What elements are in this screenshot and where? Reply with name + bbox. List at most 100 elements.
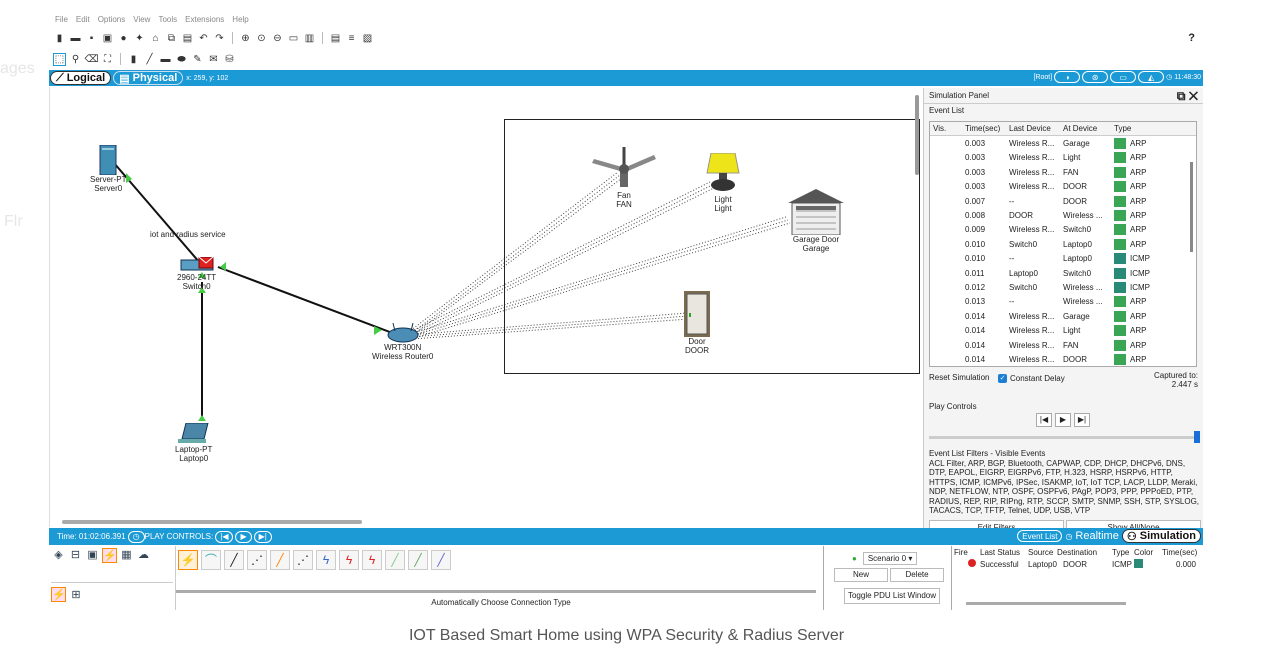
tab-physical[interactable]: ▤ Physical	[113, 71, 184, 85]
new-scenario-button[interactable]: New	[834, 568, 888, 582]
event-type-swatch[interactable]	[1114, 281, 1126, 293]
network-icon[interactable]: ⌂	[149, 32, 162, 45]
event-type-swatch[interactable]	[1114, 152, 1126, 164]
zoom-out-icon[interactable]: ⊖	[271, 32, 284, 45]
event-row[interactable]: 0.007 -- DOOR ARP	[930, 194, 1196, 208]
step-back-button[interactable]: |◀	[1036, 413, 1052, 427]
copy-icon[interactable]: ⧉	[165, 32, 178, 45]
multiuser-icon[interactable]: ☁	[136, 548, 151, 563]
notes-icon[interactable]: ▤	[329, 32, 342, 45]
undock-icon[interactable]: ⧉	[1177, 89, 1186, 103]
auto-cable-icon[interactable]: ⚡	[178, 550, 198, 570]
slider-knob[interactable]	[1194, 431, 1200, 443]
zoom-reset-icon[interactable]: ⊙	[255, 32, 268, 45]
menu-view[interactable]: View	[133, 15, 150, 27]
undo-icon[interactable]: ↶	[197, 32, 210, 45]
event-type-swatch[interactable]	[1114, 195, 1126, 207]
help-icon[interactable]: ?	[1188, 32, 1195, 44]
event-type-swatch[interactable]	[1114, 166, 1126, 178]
resize-icon[interactable]: ⛶	[101, 53, 114, 66]
ellipse-icon[interactable]: ⬬	[175, 53, 188, 66]
workspace-horizontal-scrollbar[interactable]	[62, 520, 362, 524]
coaxial-cable-icon[interactable]: ϟ	[316, 550, 336, 570]
garage-device[interactable]: Garage Door Garage	[788, 189, 844, 253]
close-icon[interactable]: ✕	[1189, 89, 1198, 103]
misc-icon[interactable]: ▦	[119, 548, 134, 563]
console-cable-icon[interactable]: ⌒	[201, 550, 221, 570]
bar-forward-button[interactable]: ▶|	[253, 530, 272, 543]
bar-back-button[interactable]: |◀	[215, 530, 234, 543]
connections-subtype-icon[interactable]: ⚡	[51, 587, 66, 602]
usb-cable-icon[interactable]: ╱	[431, 550, 451, 570]
event-row[interactable]: 0.003 Wireless R... Garage ARP	[930, 136, 1196, 150]
serial-dce-icon[interactable]: ϟ	[339, 550, 359, 570]
laptop-device[interactable]: Laptop-PT Laptop0	[175, 423, 212, 463]
event-row[interactable]: 0.012 Switch0 Wireless ... ICMP	[930, 280, 1196, 294]
bar-play-button[interactable]: ▶	[235, 530, 252, 543]
image-icon[interactable]: ▧	[361, 32, 374, 45]
redo-icon[interactable]: ↷	[213, 32, 226, 45]
new-file-icon[interactable]: ▮	[53, 32, 66, 45]
menu-edit[interactable]: Edit	[76, 15, 90, 27]
open-folder-icon[interactable]: ▬	[69, 32, 82, 45]
constant-delay-checkbox[interactable]: ✓	[998, 374, 1007, 383]
event-row[interactable]: 0.003 Wireless R... DOOR ARP	[930, 180, 1196, 194]
cable-panel-scrollbar[interactable]	[176, 590, 816, 593]
step-forward-button[interactable]: ▶|	[1074, 413, 1090, 427]
menu-options[interactable]: Options	[98, 15, 126, 27]
logical-workspace[interactable]: Server-PT Server0 iot and radius service…	[49, 87, 922, 527]
delete-icon[interactable]: ⌫	[84, 53, 98, 66]
reset-simulation-button[interactable]: Reset Simulation	[929, 371, 993, 386]
network-devices-icon[interactable]: ◈	[51, 548, 66, 563]
event-row[interactable]: 0.010 Switch0 Laptop0 ARP	[930, 237, 1196, 251]
set-background-icon[interactable]: ▭	[1110, 71, 1137, 83]
realtime-tab[interactable]: Realtime	[1075, 530, 1118, 542]
switch-device[interactable]: 2960-24TT Switch0	[177, 257, 216, 291]
event-type-swatch[interactable]	[1114, 339, 1126, 351]
toggle-pdu-list-button[interactable]: Toggle PDU List Window	[844, 588, 940, 604]
straight-through-cable-icon[interactable]: ╱	[224, 550, 244, 570]
paste-icon[interactable]: ▤	[181, 32, 194, 45]
add-simple-pdu-icon[interactable]: ✉	[207, 53, 220, 66]
server-device[interactable]: Server-PT Server0	[90, 145, 126, 193]
serial-dte-icon[interactable]: ϟ	[362, 550, 382, 570]
event-type-swatch[interactable]	[1114, 224, 1126, 236]
menu-help[interactable]: Help	[232, 15, 248, 27]
octal-cable-icon[interactable]: ╱	[385, 550, 405, 570]
viewport-icon[interactable]: ◭	[1138, 71, 1165, 83]
event-row[interactable]: 0.008 DOOR Wireless ... ARP	[930, 208, 1196, 222]
components-icon[interactable]: ▣	[85, 548, 100, 563]
custom-device-icon[interactable]: ▥	[303, 32, 316, 45]
move-object-icon[interactable]: ⊛	[1082, 71, 1109, 83]
event-row[interactable]: 0.014 Wireless R... DOOR ARP	[930, 352, 1196, 366]
fiber-cable-icon[interactable]: ╱	[270, 550, 290, 570]
select-icon[interactable]: ⬚	[53, 52, 66, 66]
print-icon[interactable]: ▣	[101, 32, 114, 45]
line-icon[interactable]: ╱	[143, 53, 156, 66]
realtime-icon[interactable]: ◷	[1065, 532, 1072, 541]
play-speed-slider[interactable]	[929, 431, 1200, 443]
menu-file[interactable]: File	[55, 15, 68, 27]
scenario-info-icon[interactable]: ●	[852, 554, 857, 563]
root-label[interactable]: [Root]	[1033, 74, 1052, 81]
fire-icon[interactable]	[954, 559, 980, 569]
zoom-in-icon[interactable]: ⊕	[239, 32, 252, 45]
menu-extensions[interactable]: Extensions	[185, 15, 224, 27]
connections-icon[interactable]: ⚡	[102, 548, 117, 563]
freeform-icon[interactable]: ✎	[191, 53, 204, 66]
event-row[interactable]: 0.014 Wireless R... Garage ARP	[930, 309, 1196, 323]
router-device[interactable]: WRT300N Wireless Router0	[372, 323, 433, 361]
report-icon[interactable]: ≡	[345, 32, 358, 45]
pdu-list-scrollbar[interactable]	[966, 602, 1126, 605]
delete-scenario-button[interactable]: Delete	[890, 568, 944, 582]
event-row[interactable]: 0.013 -- Wireless ... ARP	[930, 295, 1196, 309]
network-note[interactable]: iot and radius service	[150, 230, 226, 239]
grid-icon[interactable]: ⊞	[69, 588, 84, 603]
rectangle-icon[interactable]: ▬	[159, 53, 172, 66]
event-list-toggle[interactable]: Event List	[1017, 530, 1063, 542]
end-devices-icon[interactable]: ⊟	[68, 548, 83, 563]
event-type-swatch[interactable]	[1114, 253, 1126, 265]
event-type-swatch[interactable]	[1114, 310, 1126, 322]
event-row[interactable]: 0.010 -- Laptop0 ICMP	[930, 252, 1196, 266]
phone-cable-icon[interactable]: ⋰	[293, 550, 313, 570]
